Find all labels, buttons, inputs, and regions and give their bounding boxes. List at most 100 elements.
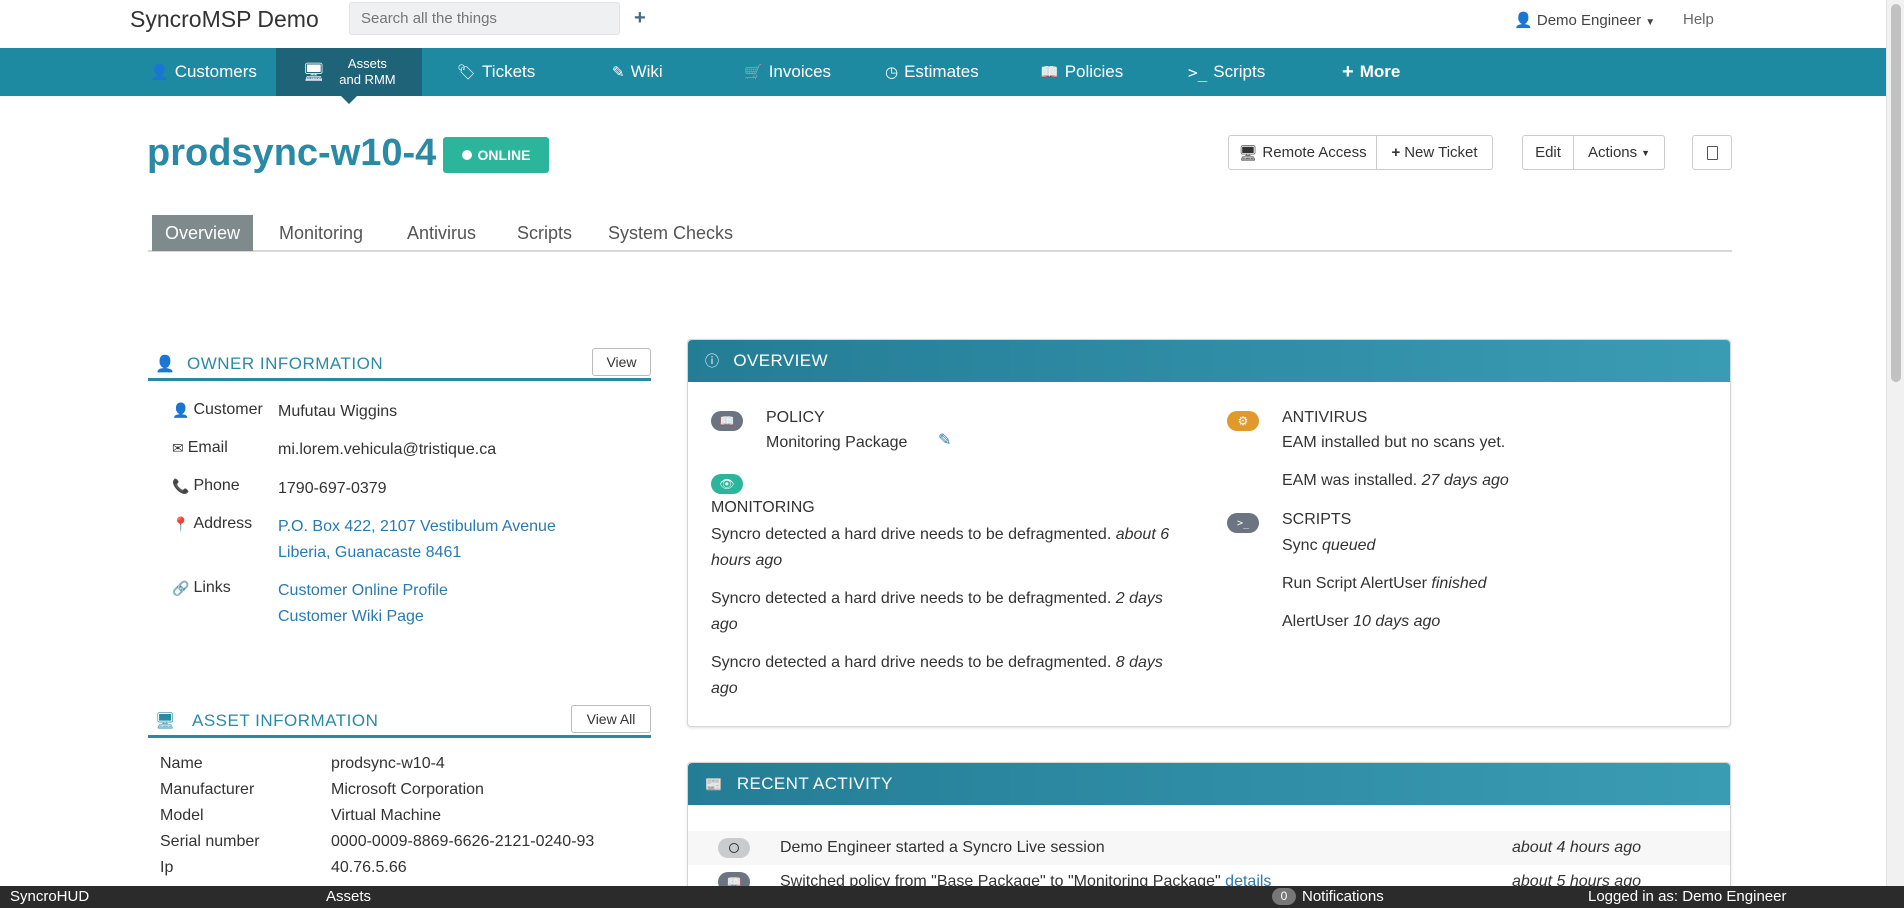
help-link[interactable]: Help [1683,11,1714,28]
antivirus-heading: ANTIVIRUS [1282,409,1368,426]
terminal-icon: >_ [1227,513,1259,533]
nav-assets-label-1: Assets [347,56,387,71]
nav-scripts-label: Scripts [1213,62,1266,81]
syncro-hud-link[interactable]: SyncroHUD [10,888,89,905]
monitoring-heading: MONITORING [711,499,815,516]
monitor-icon: 🖥 [302,61,326,82]
activity-time: about 5 hours ago [1512,873,1641,886]
customer-wiki-page-link[interactable]: Customer Wiki Page [278,608,424,626]
script-item-status: 10 days ago [1353,613,1441,630]
phone-label: 📞 Phone [172,477,240,495]
recent-activity-header: 📰 RECENT ACTIVITY [688,763,1730,805]
asset-view-all-button[interactable]: View All [571,705,651,733]
policy-link[interactable]: Monitoring Package [766,430,907,456]
script-item-text: Run Script AlertUser [1282,575,1427,592]
customer-name: Mufutau Wiggins [278,403,398,420]
activity-item: Switched policy from "Base Package" to "… [780,869,1271,886]
monitoring-item: Syncro detected a hard drive needs to be… [711,650,1191,702]
monitoring-item-text: Syncro detected a hard drive needs to be… [711,590,1112,607]
user-icon: 👤 [150,64,169,81]
owner-info-title: OWNER INFORMATION [187,354,384,373]
tab-antivirus[interactable]: Antivirus [394,215,489,251]
quick-add-icon[interactable]: + [634,7,646,30]
vertical-scrollbar[interactable] [1886,0,1904,886]
asset-info-header: 🖥 ASSET INFORMATION View All [148,705,651,738]
nav-wiki[interactable]: ✎ Wiki [612,48,663,96]
nav-estimates-label: Estimates [904,62,979,81]
new-ticket-button[interactable]: + New Ticket [1377,135,1493,170]
address-label: 📍 Address [172,515,252,533]
nav-more[interactable]: + More [1342,48,1400,96]
monitoring-item-text: Syncro detected a hard drive needs to be… [711,526,1112,543]
email-value: mi.lorem.vehicula@tristique.ca [278,441,497,458]
nav-invoices-label: Invoices [768,62,832,81]
phone-icon: 📞 [172,477,190,494]
nav-tickets[interactable]: 🏷 Tickets [457,48,535,96]
antivirus-status: EAM installed but no scans yet. [1282,434,1506,451]
status-badge: ONLINE [443,137,549,173]
links-label-text: Links [193,579,231,596]
scrollbar-thumb[interactable] [1891,4,1901,382]
plus-icon: + [1391,144,1401,161]
overview-title: OVERVIEW [733,351,828,370]
edit-button[interactable]: Edit [1522,135,1574,170]
user-icon: 👤 [172,401,190,418]
asset-info-title: ASSET INFORMATION [192,711,379,730]
links-label: 🔗 Links [172,579,231,597]
address-line-2[interactable]: Liberia, Guanacaste 8461 [278,544,461,562]
owner-view-button[interactable]: View [592,348,651,376]
tab-scripts[interactable]: Scripts [504,215,585,251]
nav-tickets-label: Tickets [482,62,536,81]
circle-icon [718,838,750,858]
user-menu[interactable]: 👤 Demo Engineer ▼ [1514,11,1655,29]
actions-dropdown[interactable]: Actions ▼ [1574,135,1665,170]
notifications-label: Notifications [1302,888,1384,905]
nav-more-label: More [1359,62,1401,81]
script-item-status: queued [1322,537,1376,554]
map-marker-icon: 📍 [172,515,190,532]
nav-customers[interactable]: 👤 Customers [150,48,257,96]
monitoring-item-text: Syncro detected a hard drive needs to be… [711,654,1112,671]
nav-assets[interactable]: 🖥 Assets and RMM [276,48,422,104]
nav-policies-label: Policies [1064,62,1124,81]
tag-icon: 🏷 [457,64,477,81]
nav-policies[interactable]: 📖 Policies [1040,48,1123,96]
caret-down-icon: ▼ [1645,17,1656,28]
nav-scripts[interactable]: >_ Scripts [1188,48,1265,96]
asset-value-model: Virtual Machine [331,807,441,824]
scripts-heading: SCRIPTS [1282,511,1352,528]
asset-value-ip: 40.76.5.66 [331,859,407,876]
activity-details-link[interactable]: details [1225,873,1271,886]
book-icon: 📖 [711,411,743,431]
page-title: prodsync-w10-4 [147,132,437,174]
nav-assets-label-2: and RMM [339,72,396,87]
tab-monitoring[interactable]: Monitoring [266,215,376,251]
policy-heading: POLICY [766,409,825,426]
caret-down-icon: ▼ [1641,147,1651,158]
customer-label: 👤 Customer [172,401,263,419]
address-line-1[interactable]: P.O. Box 422, 2107 Vestibulum Avenue [278,518,556,536]
assets-link[interactable]: Assets [326,888,371,905]
monitoring-item: Syncro detected a hard drive needs to be… [711,586,1191,638]
notification-count-badge: 0 [1272,888,1296,905]
pencil-icon[interactable]: ✎ [938,428,951,454]
customer-online-profile-link[interactable]: Customer Online Profile [278,582,448,600]
top-bar: SyncroMSP Demo + 👤 Demo Engineer ▼ Help [0,0,1886,48]
brand-title[interactable]: SyncroMSP Demo [130,6,319,33]
remote-access-button[interactable]: 🖥 Remote Access [1228,135,1377,170]
asset-label-manufacturer: Manufacturer [160,781,255,798]
nav-estimates[interactable]: ◷ Estimates [885,48,979,96]
pdf-button[interactable] [1692,135,1732,170]
notifications-link[interactable]: 0 Notifications [1272,888,1384,905]
tab-overview[interactable]: Overview [152,215,254,251]
asset-label-ip: Ip [160,859,174,876]
nav-invoices[interactable]: 🛒 Invoices [744,48,831,96]
email-label-text: Email [187,439,228,456]
book-icon: 📖 [1040,64,1059,81]
phone-value: 1790-697-0379 [278,480,387,497]
tab-system-checks[interactable]: System Checks [595,215,746,251]
phone-label-text: Phone [193,477,240,494]
search-input[interactable] [349,2,620,35]
script-item: Sync queued [1282,533,1375,559]
asset-label-model: Model [160,807,204,824]
